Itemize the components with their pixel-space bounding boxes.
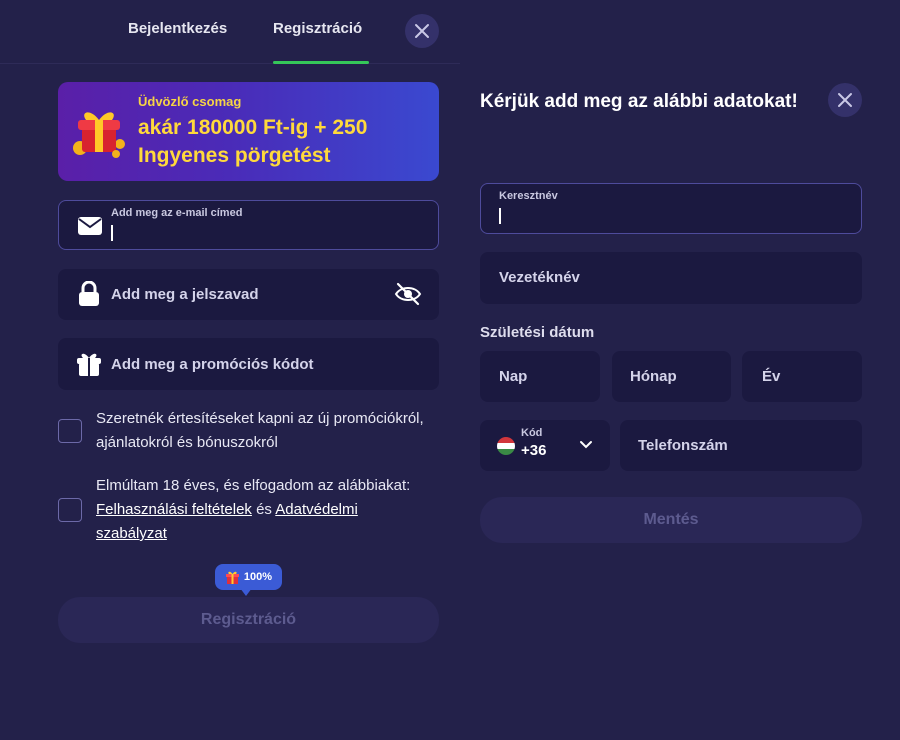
auth-tabs: Bejelentkezés Regisztráció <box>0 0 460 64</box>
phone-placeholder: Telefonszám <box>638 437 728 454</box>
text-caret <box>499 208 501 224</box>
badge-pointer <box>240 588 252 596</box>
chevron-down-icon <box>580 441 592 449</box>
notifications-consent-text: Szeretnék értesítéseket kapni az új prom… <box>96 410 424 451</box>
year-placeholder: Év <box>762 368 781 385</box>
save-button[interactable]: Mentés <box>480 497 862 543</box>
promo-code-placeholder: Add meg a promóciós kódot <box>111 356 314 373</box>
close-details-button[interactable] <box>828 83 862 117</box>
first-name-field[interactable]: Keresztnév <box>480 183 862 234</box>
first-name-label: Keresztnév <box>499 190 558 202</box>
close-button[interactable] <box>405 14 439 48</box>
details-panel: Kérjük add meg az alábbi adatokat! Keres… <box>460 0 900 740</box>
close-icon <box>838 93 852 107</box>
eye-off-icon[interactable] <box>394 281 422 307</box>
terms-link[interactable]: Felhasználási feltételek <box>96 501 252 518</box>
text-caret <box>111 225 113 241</box>
tab-login[interactable]: Bejelentkezés <box>128 20 227 37</box>
code-value: +36 <box>521 442 547 459</box>
active-tab-indicator <box>273 61 369 64</box>
day-field[interactable]: Nap <box>480 351 600 402</box>
details-title: Kérjük add meg az alábbi adatokat! <box>480 91 798 112</box>
last-name-field[interactable]: Vezetéknév <box>480 252 862 304</box>
password-placeholder: Add meg a jelszavad <box>111 286 259 303</box>
lock-icon <box>76 281 102 307</box>
close-icon <box>415 24 429 38</box>
and-text: és <box>256 501 272 518</box>
age-terms-checkbox[interactable] <box>58 498 82 522</box>
year-field[interactable]: Év <box>742 351 862 402</box>
promo-offer: akár 180000 Ft-ig + 250 Ingyenes pörgeté… <box>138 116 368 167</box>
welcome-promo-banner: Üdvözlő csomag akár 180000 Ft-ig + 250 I… <box>58 82 439 181</box>
promo-code-field[interactable]: Add meg a promóciós kódot <box>58 338 439 390</box>
dob-label: Születési dátum <box>480 324 595 341</box>
email-label: Add meg az e-mail címed <box>111 207 243 219</box>
age-terms-prefix: Elmúltam 18 éves, és elfogadom az alábbi… <box>96 477 411 494</box>
gift-icon <box>225 571 239 584</box>
registration-panel: Bejelentkezés Regisztráció Üdvözlő csoma… <box>0 0 460 740</box>
hungary-flag-icon <box>497 437 515 455</box>
email-field[interactable]: Add meg az e-mail címed <box>58 200 439 250</box>
last-name-placeholder: Vezetéknév <box>499 269 580 286</box>
password-field[interactable]: Add meg a jelszavad <box>58 269 439 320</box>
tab-register[interactable]: Regisztráció <box>273 20 362 37</box>
present-icon <box>76 351 102 377</box>
code-label: Kód <box>521 427 543 439</box>
promo-subtitle: Üdvözlő csomag <box>138 94 242 109</box>
gift-icon <box>73 112 125 158</box>
age-terms-consent-text: Elmúltam 18 éves, és elfogadom az alábbi… <box>96 474 416 546</box>
month-field[interactable]: Hónap <box>612 351 731 402</box>
country-code-select[interactable]: Kód +36 <box>480 420 610 471</box>
notifications-checkbox[interactable] <box>58 419 82 443</box>
day-placeholder: Nap <box>499 368 528 385</box>
bonus-badge-text: 100% <box>243 571 273 583</box>
mail-icon <box>77 213 103 239</box>
phone-field[interactable]: Telefonszám <box>620 420 862 471</box>
register-button[interactable]: Regisztráció <box>58 597 439 643</box>
month-placeholder: Hónap <box>630 368 677 385</box>
bonus-badge: 100% <box>215 564 282 590</box>
